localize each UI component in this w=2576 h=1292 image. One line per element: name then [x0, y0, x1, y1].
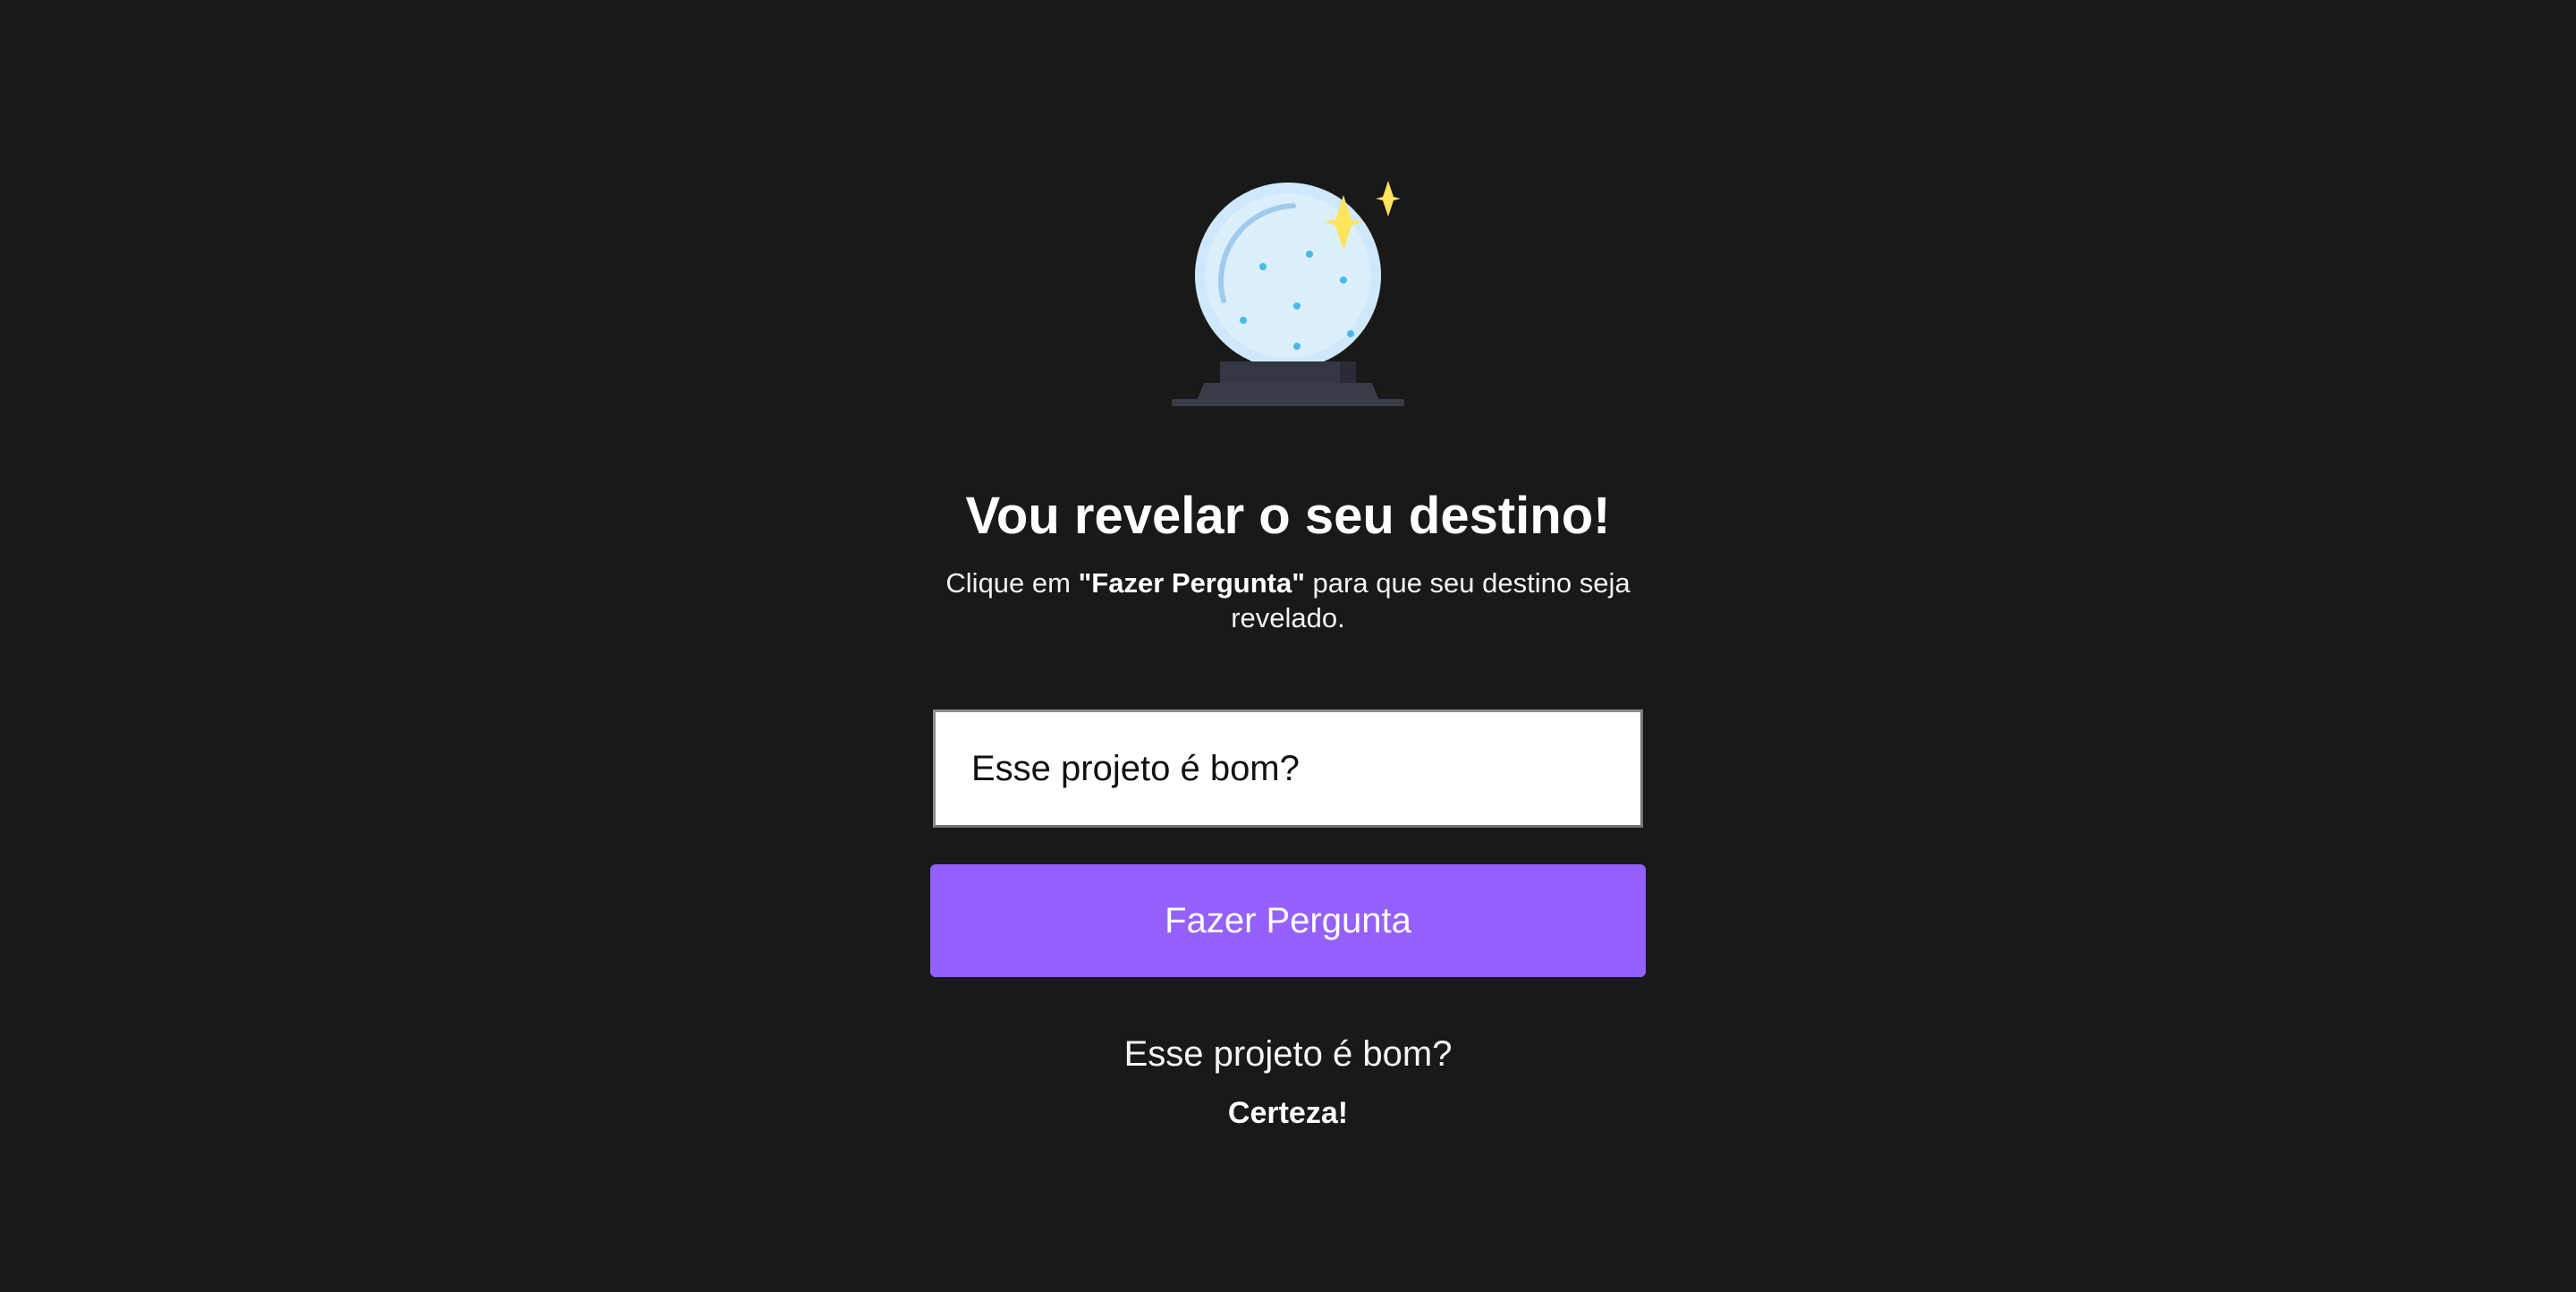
asked-question-text: Esse projeto é bom?	[1123, 1034, 1453, 1074]
question-input[interactable]	[933, 710, 1643, 828]
instructions-text: Clique em "Fazer Pergunta" para que seu …	[930, 565, 1646, 635]
crystal-ball-icon	[1172, 181, 1404, 406]
instructions-highlight: "Fazer Pergunta"	[1078, 567, 1305, 599]
ask-question-button[interactable]: Fazer Pergunta	[930, 864, 1646, 977]
instructions-prefix: Clique em	[945, 567, 1079, 599]
page-title: Vou revelar o seu destino!	[965, 487, 1611, 545]
answer-text: Certeza!	[1227, 1096, 1349, 1130]
page: Vou revelar o seu destino! Clique em "Fa…	[0, 0, 2576, 1292]
